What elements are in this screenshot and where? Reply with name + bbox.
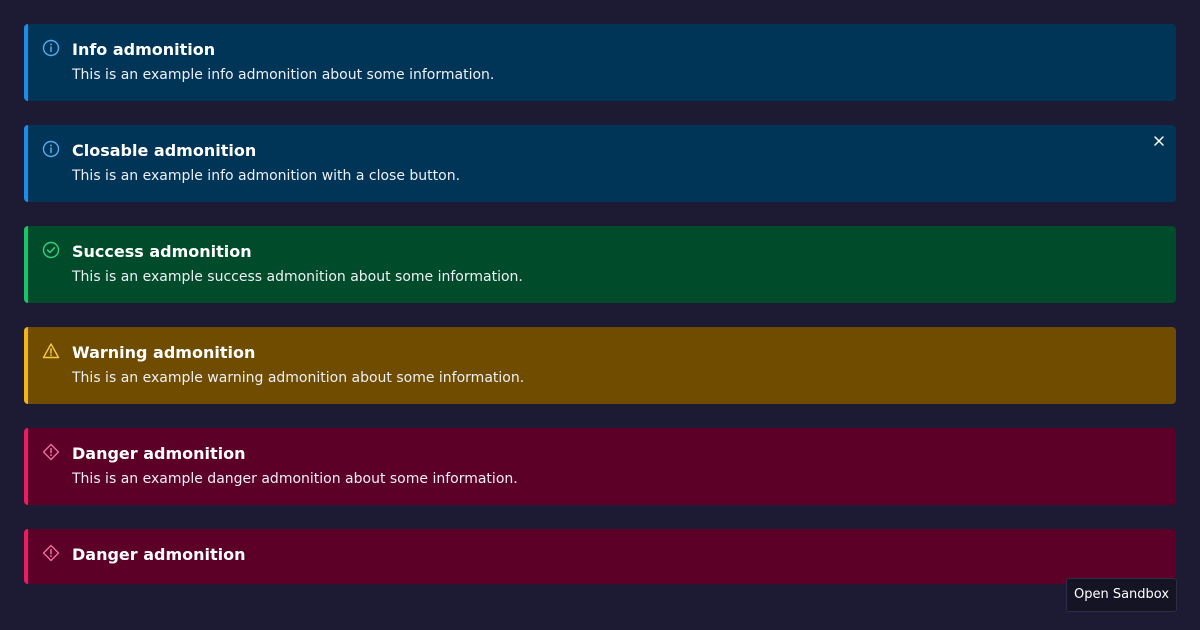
admonition-warning: Warning admonition This is an example wa… [24, 327, 1176, 404]
admonition-closable: Closable admonition This is an example i… [24, 125, 1176, 202]
danger-diamond-icon [42, 544, 60, 562]
admonition-title: Warning admonition [72, 343, 256, 362]
admonition-title: Info admonition [72, 40, 216, 59]
admonition-danger: Danger admonition This is an example dan… [24, 428, 1176, 505]
admonition-title: Closable admonition [72, 141, 257, 160]
open-sandbox-button[interactable]: Open Sandbox [1066, 578, 1177, 612]
info-circle-icon [42, 140, 60, 158]
check-circle-icon [42, 241, 60, 259]
admonition-description: This is an example warning admonition ab… [72, 370, 525, 386]
danger-diamond-icon [42, 443, 60, 461]
close-icon[interactable] [1152, 133, 1166, 147]
admonition-info: Info admonition This is an example info … [24, 24, 1176, 101]
warning-triangle-icon [42, 342, 60, 360]
admonition-title: Success admonition [72, 242, 252, 261]
admonition-title: Danger admonition [72, 545, 246, 564]
admonition-success: Success admonition This is an example su… [24, 226, 1176, 303]
admonition-description: This is an example info admonition with … [72, 168, 461, 184]
admonition-description: This is an example danger admonition abo… [72, 471, 518, 487]
admonition-danger-title-only: Danger admonition [24, 529, 1176, 584]
admonition-description: This is an example success admonition ab… [72, 269, 523, 285]
info-circle-icon [42, 39, 60, 57]
admonition-title: Danger admonition [72, 444, 246, 463]
admonition-description: This is an example info admonition about… [72, 67, 495, 83]
